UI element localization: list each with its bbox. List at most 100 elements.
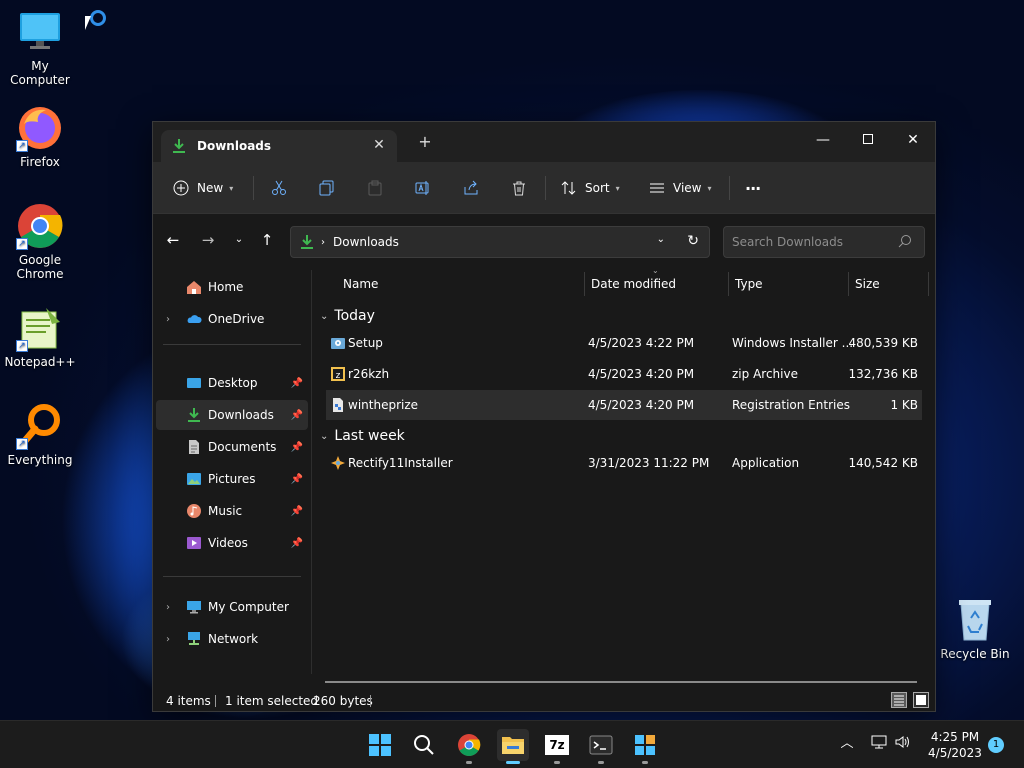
paste-button[interactable] bbox=[367, 174, 383, 202]
scissors-icon bbox=[272, 180, 286, 195]
table-row[interactable]: Setup 4/5/2023 4:22 PM Windows Installer… bbox=[326, 328, 922, 358]
chevron-right-icon[interactable]: › bbox=[166, 314, 170, 325]
sort-button[interactable]: Sort ▾ bbox=[561, 174, 620, 202]
pin-icon[interactable]: 📌 bbox=[291, 410, 303, 421]
nav-item-network[interactable]: › Network bbox=[156, 624, 308, 654]
chevron-right-icon[interactable]: › bbox=[166, 602, 170, 613]
running-indicator bbox=[598, 761, 604, 764]
file-name: Setup bbox=[348, 336, 383, 350]
pin-icon[interactable]: 📌 bbox=[291, 538, 303, 549]
pin-icon[interactable]: 📌 bbox=[291, 442, 303, 453]
shortcut-arrow-icon: ↗ bbox=[16, 438, 28, 450]
app-icon bbox=[330, 455, 346, 471]
clock[interactable]: 4:25 PM 4/5/2023 bbox=[920, 729, 990, 761]
network-tray-icon[interactable] bbox=[870, 735, 888, 753]
folder-icon bbox=[502, 737, 524, 754]
taskbar-7zip[interactable]: 7z bbox=[541, 729, 573, 764]
search-input[interactable] bbox=[732, 235, 892, 249]
start-button[interactable] bbox=[364, 729, 396, 761]
recent-locations-button[interactable]: ⌄ bbox=[227, 228, 251, 252]
shortcut-arrow-icon: ↗ bbox=[16, 140, 28, 152]
group-header-today[interactable]: ⌄ Today bbox=[320, 304, 375, 328]
notification-badge[interactable]: 1 bbox=[988, 737, 1004, 753]
column-resize-handle[interactable] bbox=[728, 272, 729, 296]
column-header-size[interactable]: Size bbox=[855, 270, 880, 298]
column-resize-handle[interactable] bbox=[928, 272, 929, 296]
new-tab-button[interactable]: + bbox=[417, 134, 433, 150]
running-indicator bbox=[466, 761, 472, 764]
nav-item-my-computer[interactable]: › My Computer bbox=[156, 592, 308, 622]
back-button[interactable]: ← bbox=[161, 228, 185, 252]
nav-item-music[interactable]: Music 📌 bbox=[156, 496, 308, 526]
plus-circle-icon bbox=[173, 180, 189, 196]
column-resize-handle[interactable] bbox=[848, 272, 849, 296]
desktop-icon-my-computer[interactable]: My Computer bbox=[0, 8, 80, 87]
search-box[interactable] bbox=[723, 226, 925, 258]
desktop-icon-notepadpp[interactable]: ↗ Notepad++ bbox=[0, 304, 80, 369]
column-header-date[interactable]: Date modified bbox=[591, 270, 676, 298]
copy-icon bbox=[319, 180, 334, 196]
firefox-icon: ↗ bbox=[16, 104, 64, 152]
refresh-icon[interactable]: ↻ bbox=[687, 233, 699, 249]
desktop-icon-everything[interactable]: ↗ Everything bbox=[0, 402, 80, 467]
share-button[interactable] bbox=[463, 174, 479, 202]
column-resize-handle[interactable] bbox=[584, 272, 585, 296]
chevron-right-icon[interactable]: › bbox=[166, 634, 170, 645]
search-button[interactable] bbox=[408, 729, 440, 761]
nav-item-home[interactable]: Home bbox=[156, 272, 308, 302]
nav-item-pictures[interactable]: Pictures 📌 bbox=[156, 464, 308, 494]
maximize-button[interactable] bbox=[850, 126, 886, 154]
volume-icon[interactable] bbox=[894, 735, 912, 753]
nav-item-documents[interactable]: Documents 📌 bbox=[156, 432, 308, 462]
details-view-button[interactable] bbox=[891, 692, 907, 708]
taskbar-file-explorer[interactable] bbox=[497, 729, 529, 764]
column-header-type[interactable]: Type bbox=[735, 270, 763, 298]
breadcrumb-chevron-icon: › bbox=[321, 236, 325, 248]
file-type: zip Archive bbox=[732, 367, 798, 381]
close-button[interactable]: ✕ bbox=[895, 126, 931, 154]
group-header-last-week[interactable]: ⌄ Last week bbox=[320, 424, 405, 448]
new-button[interactable]: New ▾ bbox=[173, 174, 233, 202]
file-date: 4/5/2023 4:20 PM bbox=[588, 367, 695, 381]
cut-button[interactable] bbox=[271, 174, 287, 202]
desktop-icon-recycle-bin[interactable]: Recycle Bin bbox=[935, 596, 1015, 661]
file-date: 4/5/2023 4:22 PM bbox=[588, 336, 695, 350]
nav-item-desktop[interactable]: Desktop 📌 bbox=[156, 368, 308, 398]
more-options-button[interactable]: ··· bbox=[745, 174, 761, 202]
minimize-button[interactable]: — bbox=[805, 126, 841, 154]
breadcrumb: Downloads bbox=[333, 235, 399, 249]
table-row[interactable]: z r26kzh 4/5/2023 4:20 PM zip Archive 13… bbox=[326, 359, 922, 389]
taskbar-chrome[interactable] bbox=[453, 729, 485, 764]
pin-icon[interactable]: 📌 bbox=[291, 506, 303, 517]
nav-item-downloads[interactable]: Downloads 📌 bbox=[156, 400, 308, 430]
table-row[interactable]: Rectify11Installer 3/31/2023 11:22 PM Ap… bbox=[326, 448, 922, 478]
address-bar[interactable]: › Downloads ⌄ ↻ bbox=[290, 226, 710, 258]
tiles-view-icon bbox=[916, 695, 926, 705]
rename-button[interactable] bbox=[415, 174, 431, 202]
desktop-icon-firefox[interactable]: ↗ Firefox bbox=[0, 104, 80, 169]
horizontal-scrollbar[interactable] bbox=[325, 681, 917, 683]
nav-item-onedrive[interactable]: › OneDrive bbox=[156, 304, 308, 334]
tab-downloads[interactable]: Downloads ✕ bbox=[161, 130, 397, 162]
taskbar-installer[interactable] bbox=[629, 729, 661, 764]
column-header-name[interactable]: Name bbox=[343, 270, 378, 298]
navigation-pane: Home › OneDrive Desktop 📌 Downloads 📌 Do… bbox=[153, 270, 311, 674]
monitor-icon bbox=[186, 599, 202, 615]
show-hidden-icons-button[interactable]: ︿ bbox=[838, 735, 856, 753]
forward-button[interactable]: → bbox=[196, 228, 220, 252]
nav-item-videos[interactable]: Videos 📌 bbox=[156, 528, 308, 558]
delete-button[interactable] bbox=[511, 174, 527, 202]
chevron-down-icon: ⌄ bbox=[320, 430, 329, 442]
table-row[interactable]: wintheprize 4/5/2023 4:20 PM Registratio… bbox=[326, 390, 922, 420]
close-tab-icon[interactable]: ✕ bbox=[371, 137, 387, 153]
view-button[interactable]: View ▾ bbox=[649, 174, 712, 202]
desktop-icon-chrome[interactable]: ↗ Google Chrome bbox=[0, 202, 80, 281]
up-button[interactable]: ↑ bbox=[255, 228, 279, 252]
tiles-view-button[interactable] bbox=[913, 692, 929, 708]
address-dropdown-icon[interactable]: ⌄ bbox=[657, 234, 665, 245]
pin-icon[interactable]: 📌 bbox=[291, 474, 303, 485]
desktop-folder-icon bbox=[186, 375, 202, 391]
taskbar-terminal[interactable] bbox=[585, 729, 617, 764]
pin-icon[interactable]: 📌 bbox=[291, 378, 303, 389]
copy-button[interactable] bbox=[319, 174, 335, 202]
